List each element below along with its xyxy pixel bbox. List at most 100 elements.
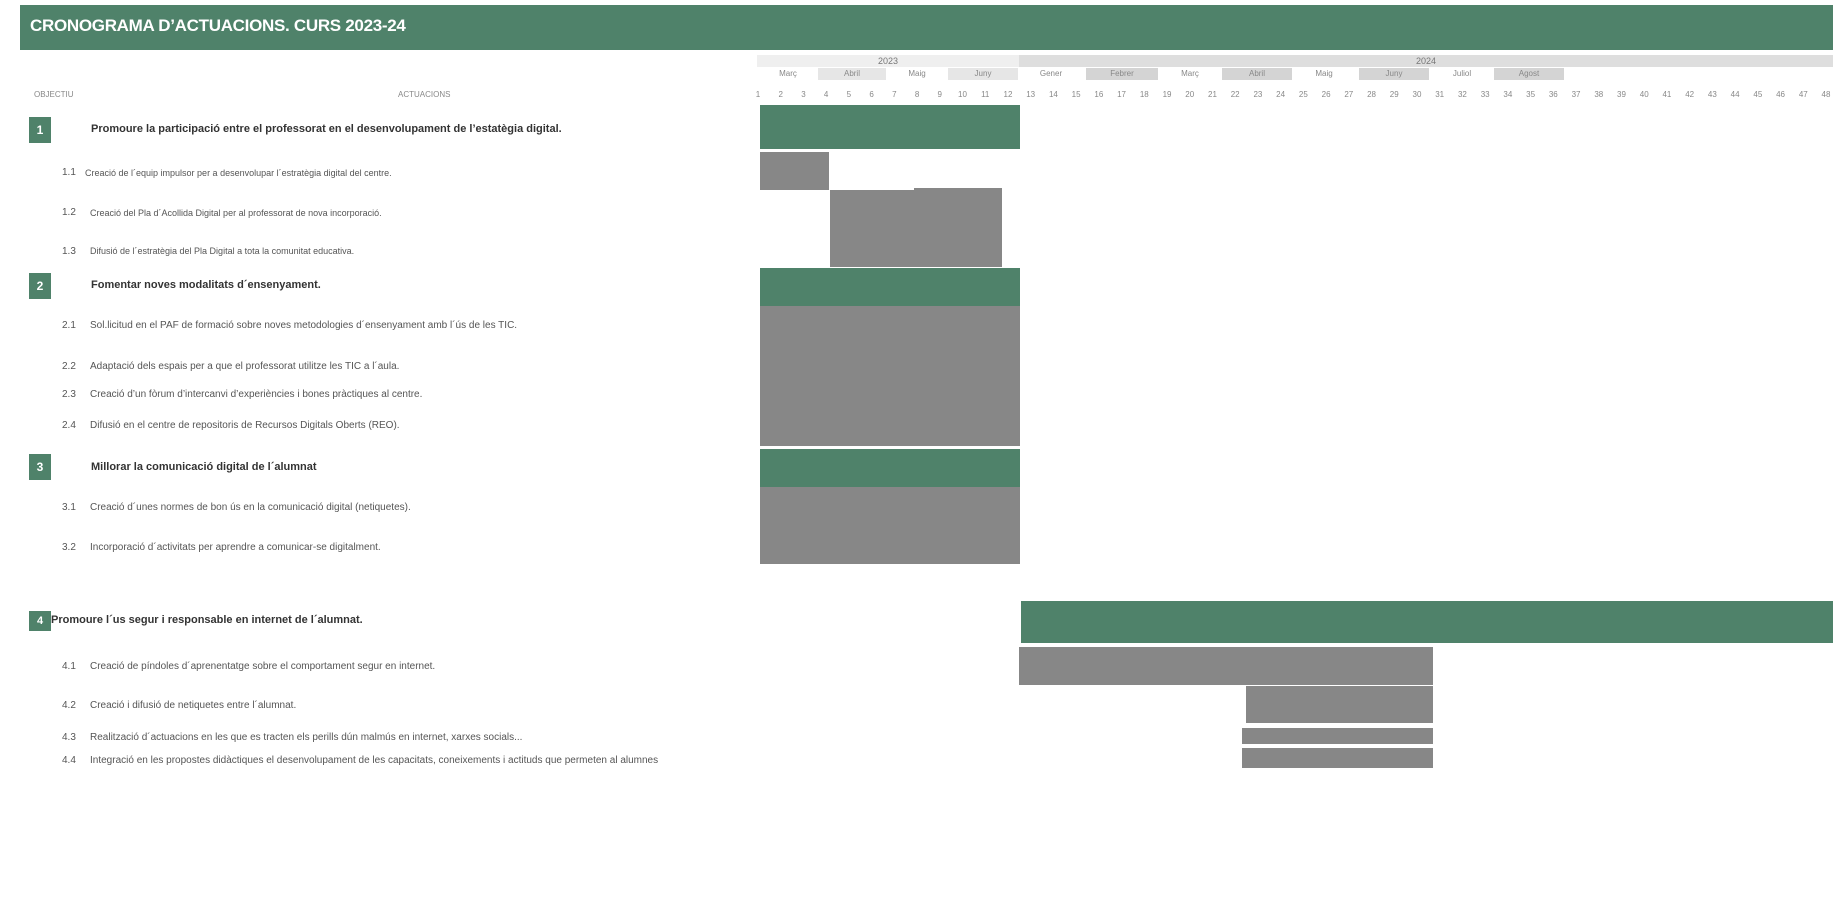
week-number: 28 (1367, 90, 1376, 99)
objective-bar (760, 268, 1020, 306)
week-number: 45 (1753, 90, 1763, 99)
action-number: 4.3 (62, 732, 76, 743)
action-text: Creació de l´equip impulsor per a desenv… (85, 168, 392, 178)
action-number: 2.2 (62, 361, 76, 372)
action-text: Creació d´unes normes de bon ús en la co… (90, 502, 411, 513)
week-number: 4 (823, 90, 829, 99)
week-number: 48 (1821, 90, 1831, 99)
week-number: 33 (1480, 90, 1490, 99)
week-number: 27 (1344, 90, 1354, 99)
action-text: Creació d’un fòrum d’intercanvi d’experi… (90, 389, 423, 400)
action-number: 1.2 (62, 207, 76, 218)
activity-bar (760, 487, 1020, 564)
week-number: 44 (1730, 90, 1740, 99)
week-number: 24 (1276, 90, 1286, 99)
action-number: 4.1 (62, 661, 76, 672)
week-number: 43 (1707, 90, 1717, 99)
month-2024-3: Abril (1222, 68, 1292, 80)
week-number: 32 (1457, 90, 1467, 99)
action-number: 2.4 (62, 420, 76, 431)
week-number: 6 (869, 90, 874, 99)
week-number: 26 (1321, 90, 1331, 99)
month-2024-4: Maig (1294, 68, 1354, 80)
week-number: 14 (1048, 90, 1058, 99)
objective-title: Fomentar noves modalitats d´ensenyament. (91, 279, 321, 291)
week-number: 36 (1548, 90, 1558, 99)
action-number: 1.3 (62, 246, 76, 257)
year-2023: 2023 (757, 55, 1019, 67)
week-number: 46 (1776, 90, 1785, 99)
action-text: Incorporació d´activitats per aprendre a… (90, 542, 381, 553)
activity-bar (1019, 647, 1433, 685)
week-number: 41 (1662, 90, 1672, 99)
week-number: 34 (1503, 90, 1513, 99)
week-number: 40 (1639, 90, 1649, 99)
month-2023-3: Juny (948, 68, 1018, 80)
col-actuacions-header: ACTUACIONS (398, 90, 451, 99)
week-number: 5 (846, 90, 852, 99)
week-number: 7 (892, 90, 897, 99)
month-2023-1: Abril (818, 68, 886, 80)
action-number: 4.4 (62, 755, 76, 766)
action-number: 3.2 (62, 542, 76, 553)
year-2024: 2024 (1019, 55, 1833, 67)
week-number: 47 (1798, 90, 1808, 99)
week-number: 22 (1230, 90, 1240, 99)
week-number: 20 (1185, 90, 1195, 99)
week-number: 18 (1139, 90, 1149, 99)
month-2024-0: Gener (1021, 68, 1081, 80)
activity-bar (760, 306, 1020, 446)
objective-number: 1 (29, 117, 51, 143)
activity-bar (1242, 728, 1433, 744)
week-number: 21 (1208, 90, 1217, 99)
objective-bar (1021, 601, 1833, 643)
week-number: 3 (801, 90, 806, 99)
week-number: 11 (981, 90, 990, 99)
week-number: 38 (1594, 90, 1604, 99)
month-2023-0: Març (758, 68, 818, 80)
week-number: 29 (1389, 90, 1399, 99)
week-number: 30 (1412, 90, 1422, 99)
week-number: 42 (1685, 90, 1695, 99)
month-2024-2: Març (1160, 68, 1220, 80)
month-2023-2: Maig (886, 68, 948, 80)
week-number: 37 (1571, 90, 1581, 99)
title-bar: CRONOGRAMA D’ACTUACIONS. CURS 2023-24 (20, 5, 1833, 50)
action-number: 4.2 (62, 700, 76, 711)
action-number: 1.1 (62, 167, 76, 178)
action-text: Integració en les propostes didàctiques … (90, 755, 659, 766)
week-number: 15 (1071, 90, 1081, 99)
week-number: 17 (1117, 90, 1127, 99)
week-number: 9 (937, 90, 942, 99)
objective-number: 3 (29, 454, 51, 480)
action-text: Adaptació dels espais per a que el profe… (90, 361, 400, 372)
week-number: 23 (1253, 90, 1263, 99)
activity-bar (830, 190, 1002, 267)
objective-title: Promoure l´us segur i responsable en int… (51, 614, 363, 626)
activity-bar (760, 152, 829, 190)
objective-bar (760, 105, 1020, 149)
action-text: Realització d´actuacions en les que es t… (90, 732, 523, 743)
week-number: 39 (1617, 90, 1626, 99)
activity-bar (914, 188, 1002, 192)
week-number: 12 (1003, 90, 1013, 99)
week-number: 19 (1162, 90, 1172, 99)
month-2024-7: Agost (1494, 68, 1564, 80)
action-text: Difusió en el centre de repositoris de R… (90, 420, 400, 431)
action-text: Creació del Pla d´Acollida Digital per a… (90, 208, 382, 218)
week-number: 25 (1298, 90, 1308, 99)
week-number: 10 (958, 90, 967, 99)
objective-title: Promoure la participació entre el profes… (91, 123, 562, 135)
action-text: Difusió de l´estratègia del Pla Digital … (90, 246, 355, 256)
activity-bar (1246, 686, 1433, 723)
activity-bar (1242, 748, 1433, 768)
week-number: 8 (914, 90, 920, 99)
col-objectiu-header: OBJECTIU (34, 90, 74, 99)
action-number: 2.3 (62, 389, 76, 400)
objective-number: 2 (29, 273, 51, 299)
month-2024-5: Juny (1359, 68, 1429, 80)
page-title: CRONOGRAMA D’ACTUACIONS. CURS 2023-24 (30, 16, 406, 35)
week-number: 1 (755, 90, 761, 99)
action-text: Sol.licitud en el PAF de formació sobre … (90, 320, 518, 331)
month-2024-1: Febrer (1086, 68, 1158, 80)
